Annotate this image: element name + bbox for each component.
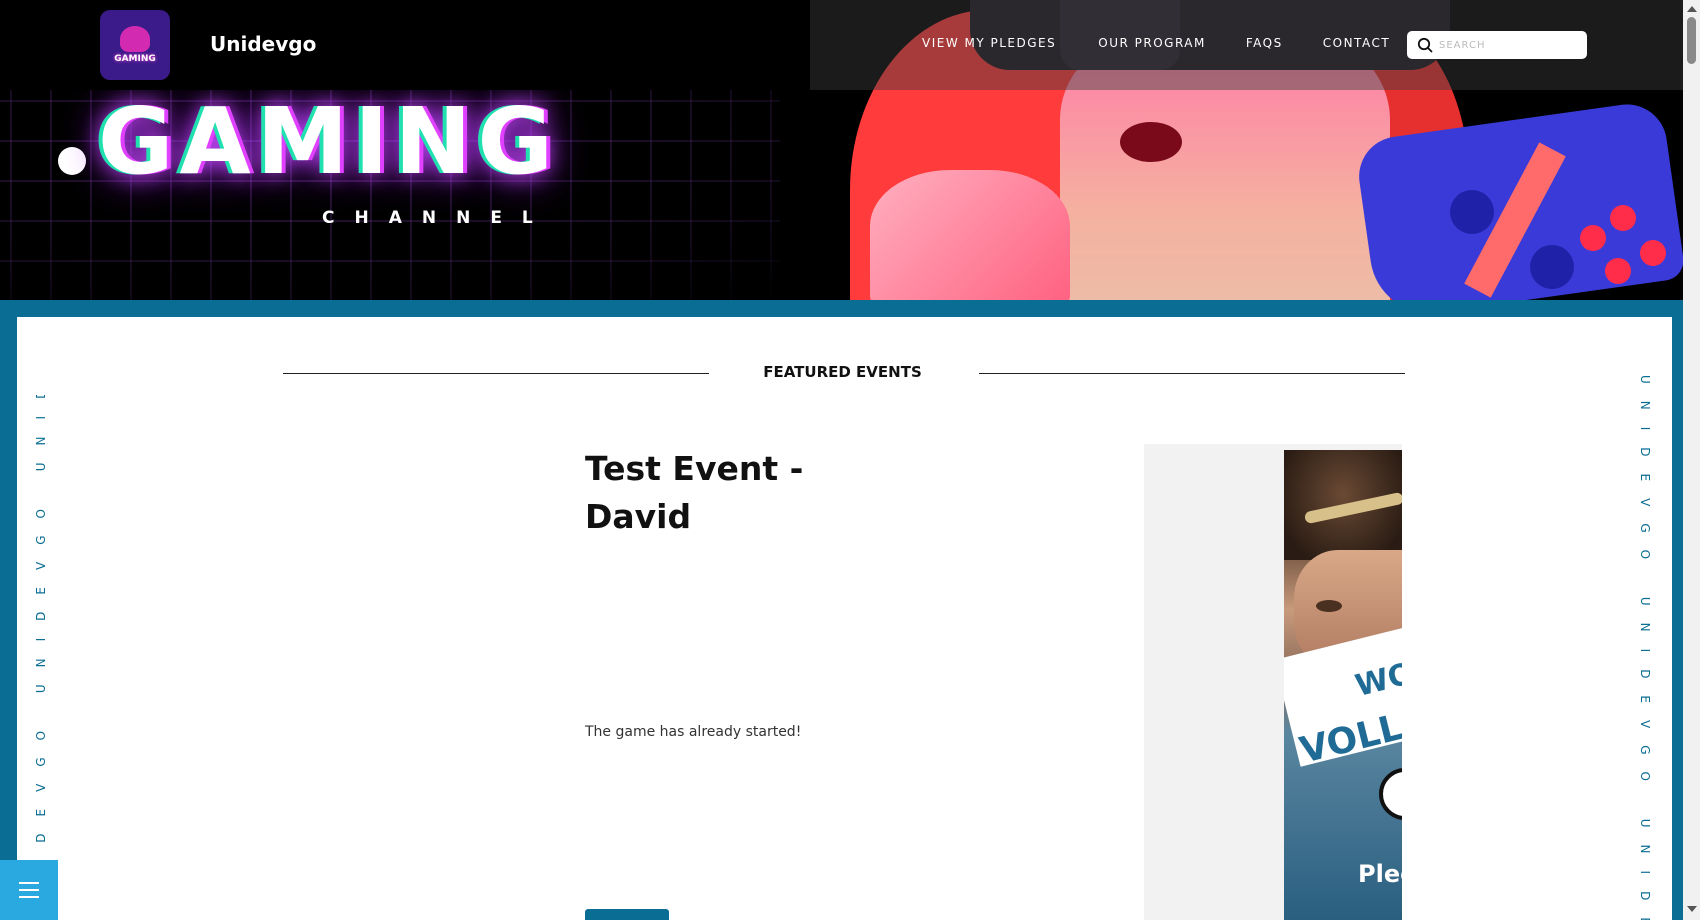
scroll-down-arrow-icon[interactable] bbox=[1687, 906, 1697, 912]
search-icon[interactable] bbox=[1417, 37, 1433, 53]
vertical-scrollbar[interactable] bbox=[1683, 0, 1700, 920]
search-box bbox=[1407, 31, 1587, 59]
hamburger-menu-icon bbox=[19, 882, 39, 884]
nav-contact[interactable]: CONTACT bbox=[1323, 36, 1390, 50]
search-input[interactable] bbox=[1439, 39, 1579, 51]
scroll-up-arrow-icon[interactable] bbox=[1687, 6, 1697, 12]
hamburger-menu-icon bbox=[19, 889, 39, 891]
featured-events-heading: FEATURED EVENTS bbox=[763, 363, 922, 381]
hero-banner: GAMING CHANNEL GAMING Unidevgo VIEW MY P… bbox=[0, 0, 1683, 300]
event-title[interactable]: Test Event - David bbox=[585, 445, 885, 541]
event-action-button[interactable] bbox=[585, 909, 669, 920]
illustration-controller-button bbox=[1605, 258, 1631, 284]
hero-white-dot bbox=[58, 147, 86, 175]
hero-subheadline: CHANNEL bbox=[322, 208, 553, 228]
event-status-text: The game has already started! bbox=[585, 724, 802, 740]
hero-headline: GAMING bbox=[98, 88, 560, 195]
hamburger-menu-button[interactable] bbox=[0, 860, 58, 920]
nav-view-my-pledges[interactable]: VIEW MY PLEDGES bbox=[922, 36, 1056, 50]
featured-divider-right bbox=[979, 373, 1405, 374]
content-panel bbox=[17, 317, 1672, 920]
illustration-controller-button bbox=[1640, 240, 1666, 266]
event-poster-image[interactable]: WO VOLL Plec bbox=[1284, 450, 1402, 920]
illustration-mouth bbox=[1120, 122, 1182, 162]
top-navigation-bar: GAMING Unidevgo VIEW MY PLEDGES OUR PROG… bbox=[0, 0, 1683, 90]
poster-text-line3: Plec bbox=[1358, 860, 1402, 888]
illustration-joystick bbox=[1530, 245, 1574, 289]
illustration-controller-button bbox=[1580, 225, 1606, 251]
illustration-joystick bbox=[1450, 190, 1494, 234]
logo-mascot-icon bbox=[120, 26, 150, 52]
scrollbar-thumb[interactable] bbox=[1687, 17, 1696, 64]
content-frame bbox=[0, 300, 1683, 920]
main-nav: VIEW MY PLEDGES OUR PROGRAM FAQS CONTACT bbox=[922, 36, 1430, 50]
nav-faqs[interactable]: FAQS bbox=[1246, 36, 1283, 50]
featured-divider-left bbox=[283, 373, 709, 374]
hamburger-menu-icon bbox=[19, 896, 39, 898]
event-image-container: WO VOLL Plec bbox=[1144, 444, 1402, 920]
logo-text: GAMING bbox=[114, 54, 156, 64]
site-logo[interactable]: GAMING bbox=[100, 10, 170, 80]
nav-our-program[interactable]: OUR PROGRAM bbox=[1098, 36, 1206, 50]
illustration-controller-button bbox=[1610, 205, 1636, 231]
illustration-hand bbox=[870, 170, 1070, 300]
poster-eye bbox=[1316, 600, 1342, 612]
side-text-left: UNIDEVGO UNIDEVGO UNIDEVGO bbox=[34, 395, 48, 915]
site-name-link[interactable]: Unidevgo bbox=[210, 32, 316, 56]
side-text-right: UNIDEVGO UNIDEVGO UNIDEVGO bbox=[1638, 375, 1652, 920]
poster-volleyball-icon bbox=[1379, 768, 1402, 820]
